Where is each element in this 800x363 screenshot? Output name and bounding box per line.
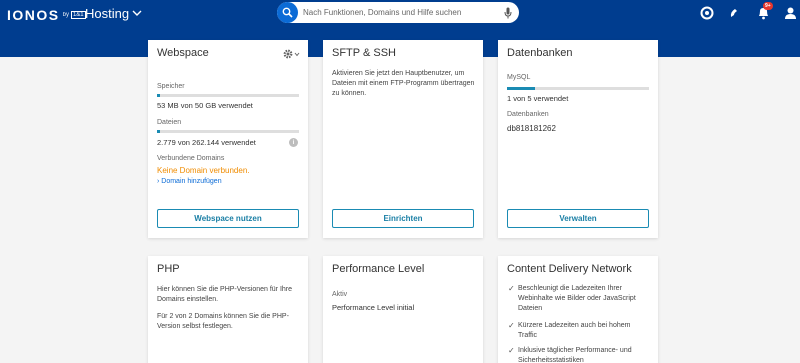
info-icon[interactable]: i xyxy=(289,138,298,147)
cdn-feature-text: Kürzere Ladezeiten auch bei hohem Traffi… xyxy=(518,322,631,339)
databases-card: Datenbanken MySQL 1 von 5 verwendet Date… xyxy=(498,40,658,238)
cdn-feature-item: ✓ Kürzere Ladezeiten auch bei hohem Traf… xyxy=(508,321,640,341)
chevron-down-icon xyxy=(132,10,142,16)
cdn-title: Content Delivery Network xyxy=(507,263,632,275)
mysql-label: MySQL xyxy=(507,74,531,81)
checkmark-icon: ✓ xyxy=(508,346,515,355)
product-switcher[interactable]: Hosting xyxy=(85,6,142,21)
manage-button[interactable]: Verwalten xyxy=(507,209,649,228)
checkmark-icon: ✓ xyxy=(508,284,515,293)
sftp-title: SFTP & SSH xyxy=(332,47,396,59)
performance-level-value: Performance Level initial xyxy=(332,303,415,312)
webspace-title: Webspace xyxy=(157,47,209,59)
files-label: Dateien xyxy=(157,119,182,126)
performance-title: Performance Level xyxy=(332,263,425,275)
cdn-feature-text: Inklusive täglicher Performance- und Sic… xyxy=(518,347,632,363)
search-icon xyxy=(282,7,293,18)
ionos-logo[interactable]: IONOS by 1&1 xyxy=(7,7,86,23)
php-description-2: Für 2 von 2 Domains können Sie die PHP-V… xyxy=(157,313,289,330)
add-domain-link[interactable]: › Domain hinzufügen xyxy=(157,178,222,185)
mysql-value: 1 von 5 verwendet xyxy=(507,94,569,103)
php-title: PHP xyxy=(157,263,180,275)
logo-by: by xyxy=(62,12,69,18)
sftp-ssh-card: SFTP & SSH Aktivieren Sie jetzt den Haup… xyxy=(323,40,483,238)
mysql-bar xyxy=(507,87,649,90)
webspace-card: Webspace Speicher 53 MB von 50 GB verwen… xyxy=(148,40,308,238)
setup-button[interactable]: Einrichten xyxy=(332,209,474,228)
cdn-feature-item: ✓ Beschleunigt die Ladezeiten Ihrer Webi… xyxy=(508,284,640,314)
chevron-down-icon xyxy=(294,52,300,56)
database-name: db818181262 xyxy=(507,124,556,133)
use-webspace-button[interactable]: Webspace nutzen xyxy=(157,209,299,228)
files-bar-fill xyxy=(157,130,160,133)
search-button[interactable] xyxy=(277,2,298,23)
performance-status-label: Aktiv xyxy=(332,291,348,298)
logo-partner: 1&1 xyxy=(70,11,86,19)
search-input[interactable] xyxy=(303,8,493,17)
php-card: PHP Hier können Sie die PHP-Versionen fü… xyxy=(148,256,308,363)
add-domain-label: Domain hinzufügen xyxy=(161,178,222,185)
help-icon[interactable] xyxy=(699,5,715,21)
notifications-icon[interactable]: 9+ xyxy=(755,2,773,21)
phone-icon[interactable] xyxy=(727,5,743,21)
files-bar xyxy=(157,130,299,133)
product-name: Hosting xyxy=(85,6,130,21)
logo-text: IONOS xyxy=(7,7,60,23)
connected-domains-label: Verbundene Domains xyxy=(157,155,225,162)
gear-icon xyxy=(283,49,293,59)
storage-bar-fill xyxy=(157,94,160,97)
mysql-bar-fill xyxy=(507,87,536,90)
database-label: Datenbanken xyxy=(507,111,549,118)
no-domain-text: Keine Domain verbunden. xyxy=(157,166,250,175)
microphone-icon[interactable] xyxy=(504,6,512,24)
databases-title: Datenbanken xyxy=(507,47,573,59)
cdn-card: Content Delivery Network ✓ Beschleunigt … xyxy=(498,256,658,363)
cdn-feature-item: ✓ Inklusive täglicher Performance- und S… xyxy=(508,346,640,363)
checkmark-icon: ✓ xyxy=(508,321,515,330)
storage-label: Speicher xyxy=(157,83,185,90)
php-description-1: Hier können Sie die PHP-Versionen für Ih… xyxy=(157,286,293,303)
sftp-description: Aktivieren Sie jetzt den Hauptbenutzer, … xyxy=(332,70,475,97)
storage-value: 53 MB von 50 GB verwendet xyxy=(157,101,253,110)
performance-level-card: Performance Level Aktiv Performance Leve… xyxy=(323,256,483,363)
webspace-settings-menu[interactable] xyxy=(283,49,300,59)
search-bar xyxy=(277,2,519,23)
cdn-feature-text: Beschleunigt die Ladezeiten Ihrer Webinh… xyxy=(518,285,636,312)
user-account-icon[interactable] xyxy=(782,5,798,21)
notification-badge: 9+ xyxy=(763,2,773,10)
storage-bar xyxy=(157,94,299,97)
files-value: 2.779 von 262.144 verwendet xyxy=(157,138,256,147)
